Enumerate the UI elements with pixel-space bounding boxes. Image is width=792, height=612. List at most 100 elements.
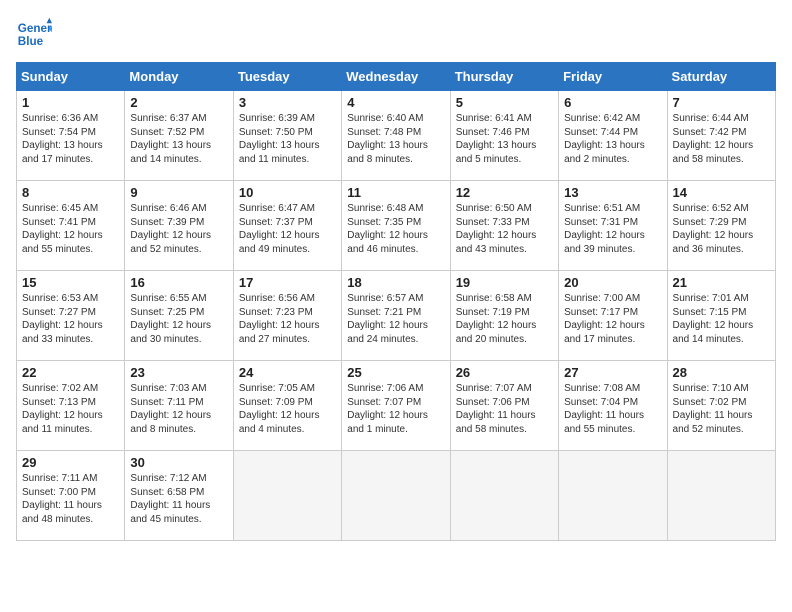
day-number: 1 [22, 95, 119, 110]
calendar-body: 1 Sunrise: 6:36 AMSunset: 7:54 PMDaylight… [17, 91, 776, 541]
cell-details: Sunrise: 7:06 AMSunset: 7:07 PMDaylight:… [347, 382, 444, 436]
weekday-header-sunday: Sunday [17, 63, 125, 91]
day-number: 25 [347, 365, 444, 380]
cell-details: Sunrise: 6:41 AMSunset: 7:46 PMDaylight:… [456, 112, 553, 166]
day-number: 9 [130, 185, 227, 200]
calendar-cell: 16Sunrise: 6:55 AMSunset: 7:25 PMDayligh… [125, 271, 233, 361]
calendar-week-row: 29 Sunrise: 7:11 AMSunset: 7:00 PMDayligh… [17, 451, 776, 541]
calendar-cell: 15Sunrise: 6:53 AMSunset: 7:27 PMDayligh… [17, 271, 125, 361]
day-number: 3 [239, 95, 336, 110]
weekday-header-thursday: Thursday [450, 63, 558, 91]
cell-details: Sunrise: 7:11 AMSunset: 7:00 PMDaylight:… [22, 472, 119, 526]
calendar-cell [342, 451, 450, 541]
day-number: 6 [564, 95, 661, 110]
calendar-cell [233, 451, 341, 541]
day-number: 5 [456, 95, 553, 110]
weekday-header-monday: Monday [125, 63, 233, 91]
calendar-cell: 26 Sunrise: 7:07 AMSunset: 7:06 PMDayligh… [450, 361, 558, 451]
cell-details: Sunrise: 6:50 AMSunset: 7:33 PMDaylight:… [456, 202, 553, 256]
calendar-table: SundayMondayTuesdayWednesdayThursdayFrid… [16, 62, 776, 541]
cell-details: Sunrise: 6:47 AMSunset: 7:37 PMDaylight:… [239, 202, 336, 256]
calendar-cell [667, 451, 775, 541]
svg-text:Blue: Blue [18, 35, 44, 48]
calendar-cell: 12Sunrise: 6:50 AMSunset: 7:33 PMDayligh… [450, 181, 558, 271]
day-number: 8 [22, 185, 119, 200]
cell-details: Sunrise: 6:39 AMSunset: 7:50 PMDaylight:… [239, 112, 336, 166]
day-number: 4 [347, 95, 444, 110]
cell-details: Sunrise: 6:46 AMSunset: 7:39 PMDaylight:… [130, 202, 227, 256]
cell-details: Sunrise: 6:37 AMSunset: 7:52 PMDaylight:… [130, 112, 227, 166]
day-number: 24 [239, 365, 336, 380]
day-number: 26 [456, 365, 553, 380]
cell-details: Sunrise: 6:57 AMSunset: 7:21 PMDaylight:… [347, 292, 444, 346]
calendar-cell: 3 Sunrise: 6:39 AMSunset: 7:50 PMDaylight… [233, 91, 341, 181]
calendar-cell: 18 Sunrise: 6:57 AMSunset: 7:21 PMDayligh… [342, 271, 450, 361]
calendar-cell: 8 Sunrise: 6:45 AMSunset: 7:41 PMDaylight… [17, 181, 125, 271]
day-number: 29 [22, 455, 119, 470]
calendar-cell: 5 Sunrise: 6:41 AMSunset: 7:46 PMDaylight… [450, 91, 558, 181]
cell-details: Sunrise: 7:10 AMSunset: 7:02 PMDaylight:… [673, 382, 770, 436]
cell-details: Sunrise: 7:02 AMSunset: 7:13 PMDaylight:… [22, 382, 119, 436]
day-number: 15 [22, 275, 119, 290]
calendar-cell: 23 Sunrise: 7:03 AMSunset: 7:11 PMDayligh… [125, 361, 233, 451]
calendar-cell: 6 Sunrise: 6:42 AMSunset: 7:44 PMDaylight… [559, 91, 667, 181]
calendar-cell: 11 Sunrise: 6:48 AMSunset: 7:35 PMDayligh… [342, 181, 450, 271]
cell-details: Sunrise: 7:05 AMSunset: 7:09 PMDaylight:… [239, 382, 336, 436]
calendar-header-row: SundayMondayTuesdayWednesdayThursdayFrid… [17, 63, 776, 91]
calendar-week-row: 15Sunrise: 6:53 AMSunset: 7:27 PMDayligh… [17, 271, 776, 361]
cell-details: Sunrise: 6:40 AMSunset: 7:48 PMDaylight:… [347, 112, 444, 166]
weekday-header-tuesday: Tuesday [233, 63, 341, 91]
calendar-cell: 21Sunrise: 7:01 AMSunset: 7:15 PMDayligh… [667, 271, 775, 361]
calendar-cell: 29 Sunrise: 7:11 AMSunset: 7:00 PMDayligh… [17, 451, 125, 541]
cell-details: Sunrise: 6:36 AMSunset: 7:54 PMDaylight:… [22, 112, 119, 166]
cell-details: Sunrise: 6:42 AMSunset: 7:44 PMDaylight:… [564, 112, 661, 166]
day-number: 10 [239, 185, 336, 200]
day-number: 18 [347, 275, 444, 290]
cell-details: Sunrise: 6:48 AMSunset: 7:35 PMDaylight:… [347, 202, 444, 256]
cell-details: Sunrise: 6:52 AMSunset: 7:29 PMDaylight:… [673, 202, 770, 256]
cell-details: Sunrise: 7:12 AMSunset: 6:58 PMDaylight:… [130, 472, 227, 526]
day-number: 17 [239, 275, 336, 290]
weekday-header-wednesday: Wednesday [342, 63, 450, 91]
cell-details: Sunrise: 6:58 AMSunset: 7:19 PMDaylight:… [456, 292, 553, 346]
calendar-cell: 20 Sunrise: 7:00 AMSunset: 7:17 PMDayligh… [559, 271, 667, 361]
calendar-cell [559, 451, 667, 541]
cell-details: Sunrise: 7:07 AMSunset: 7:06 PMDaylight:… [456, 382, 553, 436]
cell-details: Sunrise: 7:03 AMSunset: 7:11 PMDaylight:… [130, 382, 227, 436]
calendar-cell [450, 451, 558, 541]
day-number: 11 [347, 185, 444, 200]
day-number: 2 [130, 95, 227, 110]
calendar-cell: 13Sunrise: 6:51 AMSunset: 7:31 PMDayligh… [559, 181, 667, 271]
cell-details: Sunrise: 6:44 AMSunset: 7:42 PMDaylight:… [673, 112, 770, 166]
cell-details: Sunrise: 7:00 AMSunset: 7:17 PMDaylight:… [564, 292, 661, 346]
calendar-cell: 19 Sunrise: 6:58 AMSunset: 7:19 PMDayligh… [450, 271, 558, 361]
cell-details: Sunrise: 6:45 AMSunset: 7:41 PMDaylight:… [22, 202, 119, 256]
day-number: 7 [673, 95, 770, 110]
page-header: General Blue [16, 16, 776, 52]
cell-details: Sunrise: 7:08 AMSunset: 7:04 PMDaylight:… [564, 382, 661, 436]
calendar-cell: 14 Sunrise: 6:52 AMSunset: 7:29 PMDayligh… [667, 181, 775, 271]
calendar-cell: 24 Sunrise: 7:05 AMSunset: 7:09 PMDayligh… [233, 361, 341, 451]
logo-icon: General Blue [16, 16, 52, 52]
day-number: 27 [564, 365, 661, 380]
calendar-cell: 9 Sunrise: 6:46 AMSunset: 7:39 PMDaylight… [125, 181, 233, 271]
calendar-cell: 10 Sunrise: 6:47 AMSunset: 7:37 PMDayligh… [233, 181, 341, 271]
calendar-cell: 27 Sunrise: 7:08 AMSunset: 7:04 PMDayligh… [559, 361, 667, 451]
day-number: 28 [673, 365, 770, 380]
day-number: 23 [130, 365, 227, 380]
calendar-cell: 22Sunrise: 7:02 AMSunset: 7:13 PMDayligh… [17, 361, 125, 451]
day-number: 21 [673, 275, 770, 290]
calendar-week-row: 8 Sunrise: 6:45 AMSunset: 7:41 PMDaylight… [17, 181, 776, 271]
calendar-week-row: 1 Sunrise: 6:36 AMSunset: 7:54 PMDaylight… [17, 91, 776, 181]
calendar-cell: 7 Sunrise: 6:44 AMSunset: 7:42 PMDaylight… [667, 91, 775, 181]
day-number: 13 [564, 185, 661, 200]
day-number: 14 [673, 185, 770, 200]
calendar-cell: 17Sunrise: 6:56 AMSunset: 7:23 PMDayligh… [233, 271, 341, 361]
logo: General Blue [16, 16, 56, 52]
calendar-cell: 4 Sunrise: 6:40 AMSunset: 7:48 PMDaylight… [342, 91, 450, 181]
calendar-cell: 1 Sunrise: 6:36 AMSunset: 7:54 PMDaylight… [17, 91, 125, 181]
day-number: 19 [456, 275, 553, 290]
calendar-cell: 30Sunrise: 7:12 AMSunset: 6:58 PMDayligh… [125, 451, 233, 541]
calendar-week-row: 22Sunrise: 7:02 AMSunset: 7:13 PMDayligh… [17, 361, 776, 451]
day-number: 20 [564, 275, 661, 290]
